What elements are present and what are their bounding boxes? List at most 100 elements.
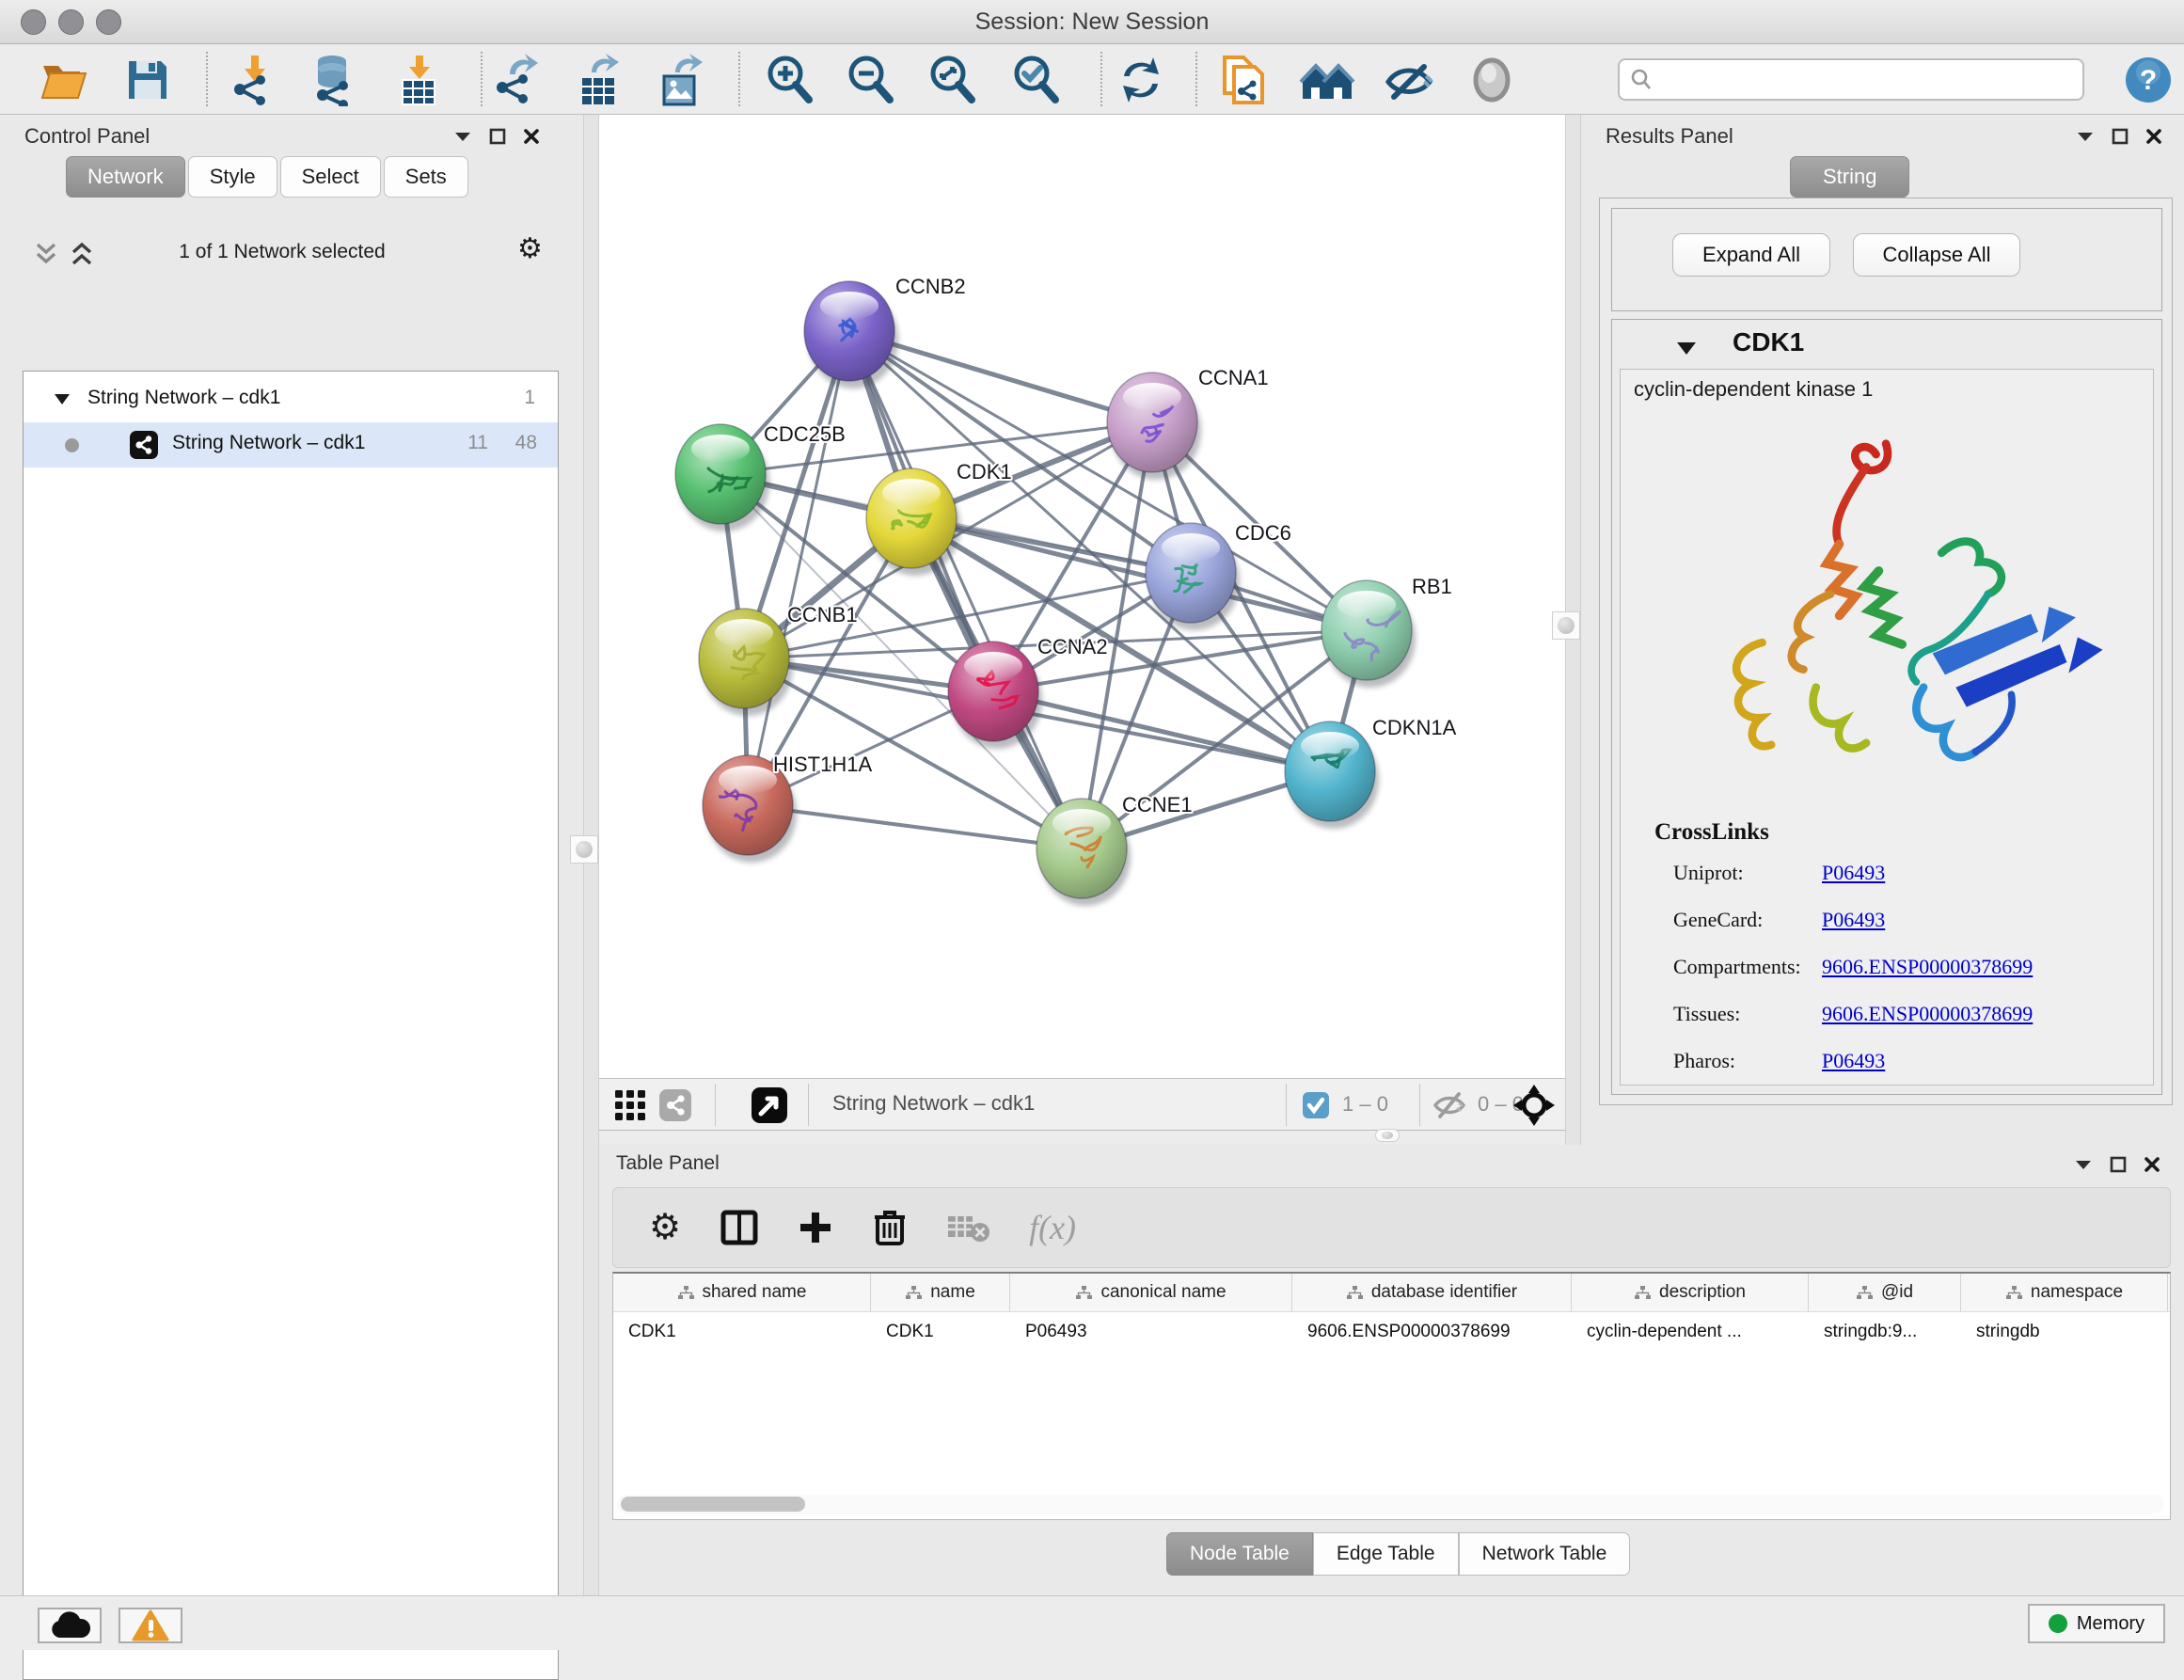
cell-database-identifier[interactable]: 9606.ENSP00000378699 xyxy=(1292,1312,1572,1351)
tab-node-table[interactable]: Node Table xyxy=(1166,1532,1313,1576)
network-share-view-icon[interactable] xyxy=(659,1089,691,1121)
toolbar-search-input[interactable] xyxy=(1618,58,2084,101)
tab-edge-table[interactable]: Edge Table xyxy=(1313,1532,1459,1576)
network-canvas[interactable]: CCNB2 CCNA1 CDC25B CDK1 CDC6 xyxy=(599,115,1565,1079)
cell-canonical-name[interactable]: P06493 xyxy=(1010,1312,1292,1351)
import-table-icon[interactable] xyxy=(391,52,448,108)
cloud-status-button[interactable] xyxy=(38,1608,102,1643)
help-icon[interactable]: ? xyxy=(2120,52,2176,108)
delete-column-icon[interactable] xyxy=(873,1209,907,1246)
tab-style[interactable]: Style xyxy=(188,156,277,198)
cell-name[interactable]: CDK1 xyxy=(871,1312,1010,1351)
refresh-icon[interactable] xyxy=(1113,52,1169,108)
crosslink-link[interactable]: P06493 xyxy=(1822,861,1885,885)
float-window-icon[interactable] xyxy=(489,128,506,145)
tab-network[interactable]: Network xyxy=(66,156,185,198)
horizontal-split-handle[interactable] xyxy=(1375,1129,1400,1142)
expand-all-button[interactable]: Expand All xyxy=(1672,233,1830,277)
grid-view-icon[interactable] xyxy=(614,1089,646,1121)
crosslink-link[interactable]: P06493 xyxy=(1822,1049,1885,1073)
table-panel: Table Panel ⚙ f(x) shared namenamecanoni… xyxy=(599,1145,2184,1595)
scrollbar-thumb[interactable] xyxy=(621,1497,805,1512)
panel-menu-icon[interactable] xyxy=(453,130,472,143)
network-node-CCNB1[interactable]: CCNB1 xyxy=(699,603,858,716)
hidden-eye-icon[interactable] xyxy=(1432,1091,1466,1119)
column-header-canonical-name[interactable]: canonical name xyxy=(1010,1274,1292,1311)
import-network-file-icon[interactable] xyxy=(227,52,283,108)
string-results-container: Expand All Collapse All CDK1 cyclin-depe… xyxy=(1599,198,2173,1105)
birdseye-view-icon[interactable] xyxy=(752,1087,787,1123)
collapse-all-button[interactable]: Collapse All xyxy=(1853,233,2020,277)
collapse-all-icon[interactable] xyxy=(34,241,58,267)
open-session-icon[interactable] xyxy=(36,52,92,108)
home-icon[interactable] xyxy=(1299,52,1355,108)
table-horizontal-scrollbar[interactable] xyxy=(617,1495,2164,1514)
network-node-CCNA2[interactable]: CCNA2 xyxy=(948,635,1108,749)
zoom-in-icon[interactable] xyxy=(762,52,818,108)
warnings-button[interactable] xyxy=(119,1608,182,1643)
network-node-RB1[interactable]: RB1 xyxy=(1321,575,1452,688)
fit-selected-crosshair-icon[interactable] xyxy=(1513,1085,1555,1126)
table-row[interactable]: CDK1CDK1P064939606.ENSP00000378699cyclin… xyxy=(613,1312,2170,1351)
delete-table-icon-disabled[interactable] xyxy=(946,1212,989,1244)
cell-namespace[interactable]: stringdb xyxy=(1961,1312,2168,1351)
cell-@id[interactable]: stringdb:9... xyxy=(1809,1312,1961,1351)
tab-network-table[interactable]: Network Table xyxy=(1459,1532,1631,1576)
hide-selection-eye-icon[interactable] xyxy=(1382,52,1438,108)
network-node-CDKN1A[interactable]: CDKN1A xyxy=(1285,716,1457,829)
network-node-CCNA1[interactable]: CCNA1 xyxy=(1107,366,1269,480)
network-row-selected[interactable]: String Network – cdk1 11 48 xyxy=(24,422,558,468)
network-node-CDC6[interactable]: CDC6 xyxy=(1146,521,1291,630)
column-header-namespace[interactable]: namespace xyxy=(1961,1274,2168,1311)
selected-checkbox-icon[interactable] xyxy=(1303,1092,1329,1118)
import-network-database-icon[interactable] xyxy=(306,52,362,108)
crosslink-link[interactable]: P06493 xyxy=(1822,908,1885,932)
column-header-@id[interactable]: @id xyxy=(1809,1274,1961,1311)
export-network-icon[interactable] xyxy=(489,52,546,108)
left-split-handle[interactable] xyxy=(570,835,598,864)
cell-description[interactable]: cyclin-dependent ... xyxy=(1572,1312,1809,1351)
network-node-CCNB2[interactable]: CCNB2 xyxy=(804,275,966,388)
gene-expander-icon[interactable] xyxy=(1676,341,1697,356)
save-session-icon[interactable] xyxy=(119,52,176,108)
float-window-icon[interactable] xyxy=(2112,128,2129,145)
tab-sets[interactable]: Sets xyxy=(384,156,468,198)
right-split-handle[interactable] xyxy=(1552,611,1580,640)
export-table-icon[interactable] xyxy=(571,52,627,108)
column-header-database-identifier[interactable]: database identifier xyxy=(1292,1274,1572,1311)
float-window-icon[interactable] xyxy=(2110,1156,2127,1173)
network-collection-row[interactable]: String Network – cdk1 1 xyxy=(24,377,558,422)
table-options-gear-icon[interactable]: ⚙ xyxy=(649,1210,681,1245)
share-document-icon[interactable] xyxy=(1215,52,1272,108)
close-panel-icon[interactable] xyxy=(523,128,540,145)
network-label: String Network – cdk1 xyxy=(172,432,365,454)
export-image-icon[interactable] xyxy=(653,52,709,108)
tab-string[interactable]: String xyxy=(1790,156,1909,198)
add-column-icon[interactable] xyxy=(798,1210,833,1245)
column-header-shared-name[interactable]: shared name xyxy=(613,1274,871,1311)
tab-select[interactable]: Select xyxy=(280,156,381,198)
network-node-HIST1H1A[interactable]: HIST1H1A xyxy=(703,753,872,863)
close-panel-icon[interactable] xyxy=(2145,128,2162,145)
column-header-name[interactable]: name xyxy=(871,1274,1010,1311)
network-node-CCNE1[interactable]: CCNE1 xyxy=(1037,793,1193,906)
memory-button[interactable]: Memory xyxy=(2028,1604,2165,1643)
close-panel-icon[interactable] xyxy=(2144,1156,2160,1173)
show-columns-icon[interactable] xyxy=(720,1209,758,1246)
zoom-out-icon[interactable] xyxy=(843,52,899,108)
panel-menu-icon[interactable] xyxy=(2076,130,2095,143)
expand-all-icon[interactable] xyxy=(70,241,94,267)
tree-expander-icon[interactable] xyxy=(54,392,71,405)
node-count: 11 xyxy=(467,432,488,454)
crosslink-link[interactable]: 9606.ENSP00000378699 xyxy=(1822,955,2033,979)
zoom-selected-icon[interactable] xyxy=(1008,52,1065,108)
network-options-gear-icon[interactable]: ⚙ xyxy=(517,235,543,263)
cell-shared-name[interactable]: CDK1 xyxy=(613,1312,871,1351)
column-header-description[interactable]: description xyxy=(1572,1274,1809,1311)
zoom-fit-icon[interactable] xyxy=(925,52,981,108)
panel-menu-icon[interactable] xyxy=(2074,1158,2093,1171)
show-hidden-eye-icon[interactable] xyxy=(1464,52,1520,108)
crosslink-link[interactable]: 9606.ENSP00000378699 xyxy=(1822,1002,2033,1026)
function-builder-icon-disabled[interactable]: f(x) xyxy=(1029,1208,1076,1247)
node-table[interactable]: shared namenamecanonical namedatabase id… xyxy=(612,1272,2171,1520)
